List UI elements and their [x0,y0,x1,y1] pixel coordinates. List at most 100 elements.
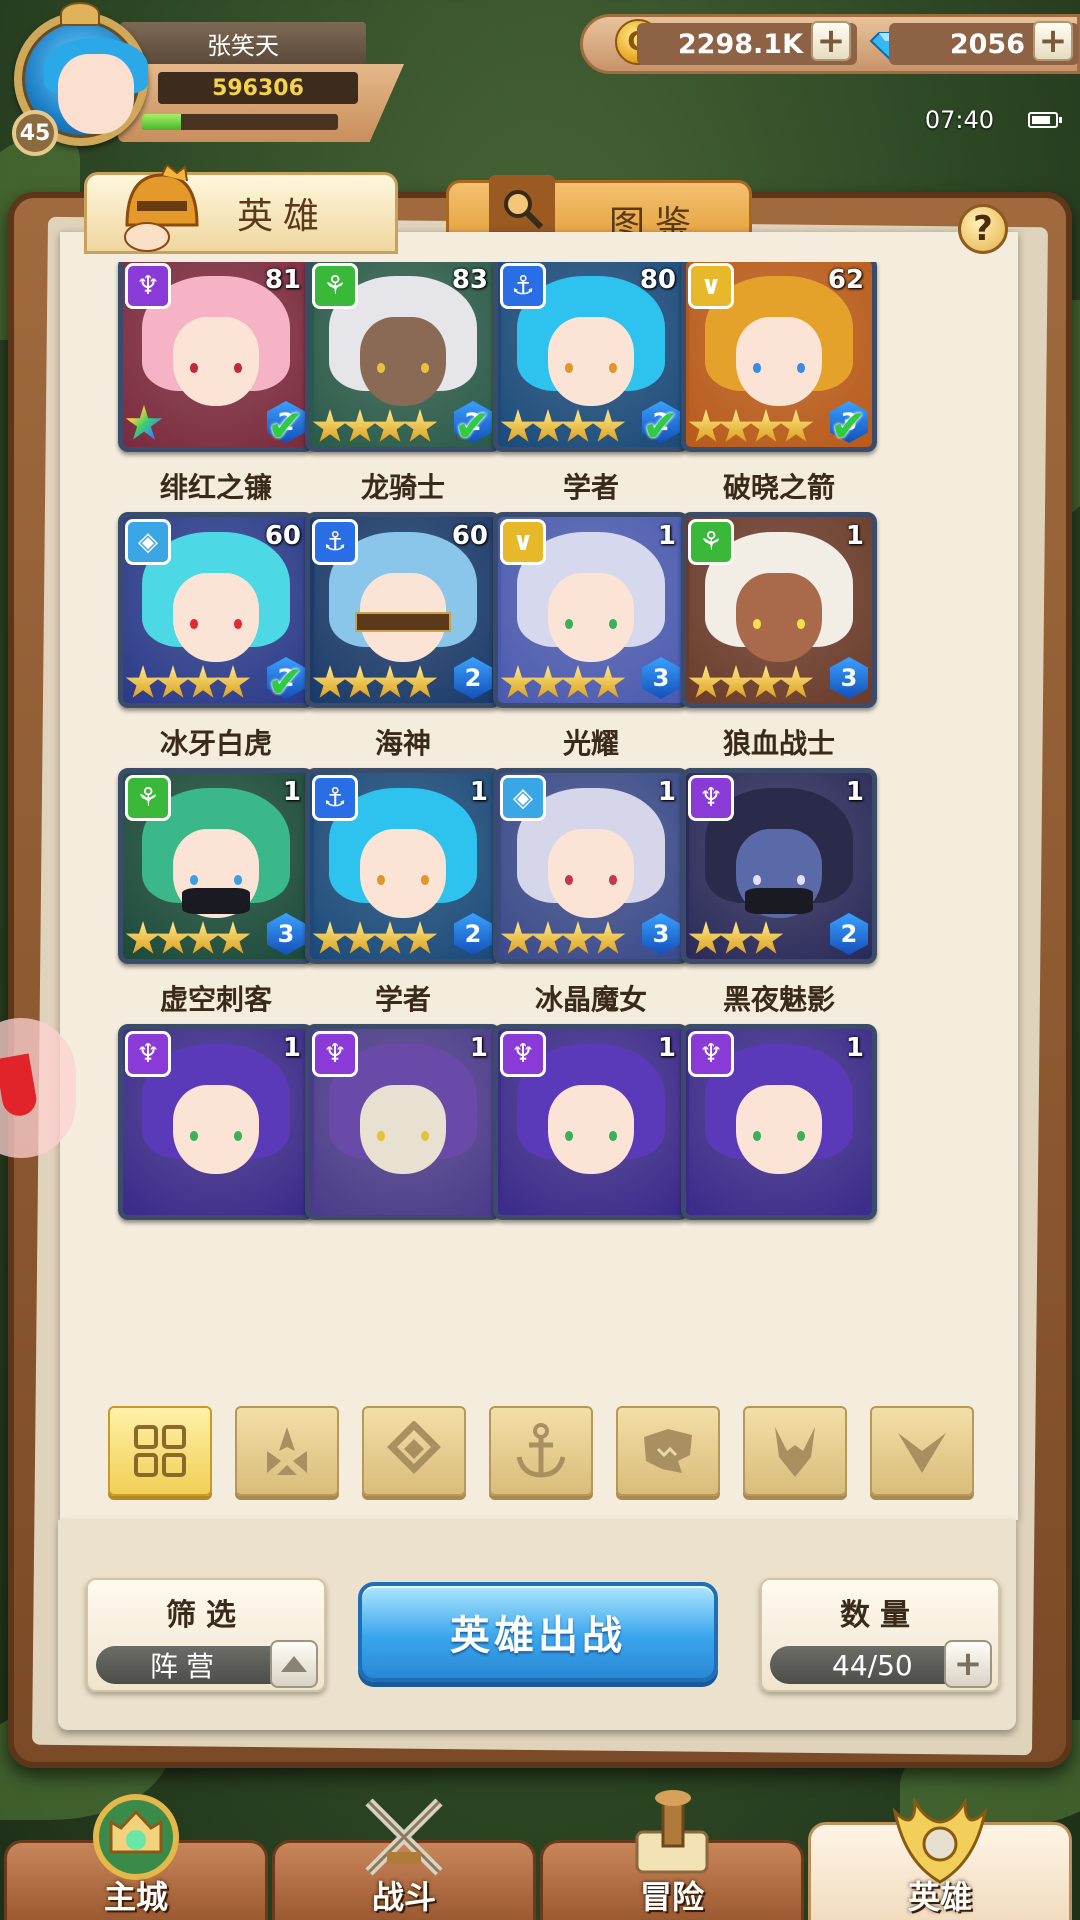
demon-faction-icon: ♆ [500,1031,546,1077]
star-icon [688,921,724,954]
hero-count-title: 数量 [840,1598,920,1633]
rank-badge: 3 [642,913,680,955]
hero-portrait-face [173,1084,259,1175]
star-rating [312,409,438,445]
beast-faction-icon [644,1429,692,1473]
hero-level: 62 [827,265,864,295]
face-mask [181,887,251,915]
knight-helmet-icon [124,165,199,252]
face-mask [744,887,814,915]
hero-card[interactable]: ♆ 1 [118,1024,314,1220]
hero-card[interactable]: ⚓ 60 2 [305,512,501,708]
star-icon [530,921,566,954]
faction-filter-beast-faction[interactable] [616,1406,720,1496]
hero-portrait-face [736,828,822,919]
hero-portrait-face [548,572,634,663]
faction-filter-light-faction[interactable] [870,1406,974,1496]
deploy-heroes-button[interactable]: 英雄出战 [358,1582,718,1682]
hero-portrait-face [736,572,822,663]
demon-faction-icon: ♆ [688,1031,734,1077]
deployed-check-icon: ✔ [830,401,867,452]
hero-card[interactable]: ⚓ 1 2 [305,768,501,964]
star-icon [748,921,784,954]
add-gold-button[interactable]: + [811,21,851,61]
faction-filter-ocean-anchor[interactable] [489,1406,593,1496]
hero-card[interactable]: ♆ 1 [681,1024,877,1220]
nav-item-crossed-swords[interactable]: 战斗 [272,1798,536,1920]
hero-portrait-face [173,316,259,407]
star-icon [748,665,784,698]
star-icon [342,665,378,698]
light-faction-icon: ∨ [688,263,734,309]
deployed-check-icon: ✔ [454,401,491,452]
star-icon [215,665,251,698]
hero-card[interactable]: ⚘ 1 3 [118,768,314,964]
hero-card[interactable]: ⚓ 80 2 ✔ [493,262,689,452]
battery-icon [1028,112,1062,128]
star-icon [372,921,408,954]
filter-toggle-button[interactable] [270,1640,318,1688]
all-grid-icon [134,1425,186,1477]
rank-badge: 3 [642,657,680,699]
demon-faction-icon: ♆ [125,263,171,309]
tab-heroes-label: 英雄 [237,196,330,237]
nav-item-hero-crest[interactable]: 英雄 [808,1796,1072,1920]
expand-capacity-button[interactable]: + [944,1640,992,1688]
hero-card[interactable]: ♆ 81 2 ✔ [118,262,314,452]
player-avatar[interactable]: 45 [6,2,156,156]
star-icon [125,921,161,954]
hero-card[interactable]: ◈ 1 3 [493,768,689,964]
resource-bar: G 2298.1K + 2056 + [580,14,1080,74]
star-icon [530,409,566,442]
hero-card[interactable]: ♆ 1 [493,1024,689,1220]
hero-card[interactable]: ∨ 1 3 [493,512,689,708]
help-icon[interactable]: ? [958,204,1008,254]
forest-faction-icon [267,1427,307,1475]
nav-item-castle[interactable]: 主城 [4,1794,268,1920]
tab-heroes[interactable]: 英雄 [84,165,398,254]
hero-card[interactable]: ⚘ 83 2 ✔ [305,262,501,452]
hero-portrait-face [173,828,259,919]
star-rating [688,665,814,701]
star-icon [688,409,724,442]
hero-level: 60 [451,521,488,551]
star-icon [342,409,378,442]
beast-faction-icon: ⚘ [688,519,734,565]
demon-faction-icon: ♆ [125,1031,171,1077]
chevron-up-icon [281,1656,307,1672]
star-rating [500,921,626,957]
star-rating [312,665,438,701]
hero-card[interactable]: ∨ 62 3 ✔ [681,262,877,452]
hero-name: 狼血战士 [722,727,835,760]
light-faction-icon [898,1433,946,1473]
hero-grid: ♆ 81 2 ✔ 绯红之镰 ⚘ 83 2 ✔ 龙骑士 ⚓ 80 2 ✔ 学者 ∨ 62 [60,262,1018,1362]
hero-card[interactable]: ◈ 60 2 ✔ [118,512,314,708]
hero-card[interactable]: ♆ 1 [305,1024,501,1220]
faction-filter-ice-faction[interactable] [362,1406,466,1496]
hero-portrait-face [360,316,446,407]
star-icon [560,409,596,442]
star-icon [125,665,161,698]
star-rating [688,409,814,445]
hero-card[interactable]: ♆ 1 2 [681,768,877,964]
hero-card[interactable]: ⚘ 1 3 [681,512,877,708]
faction-filter-all-grid[interactable] [108,1406,212,1496]
status-clock: 07:40 [924,106,994,134]
rainbow-star-icon [125,405,163,440]
star-icon [718,665,754,698]
filter-title: 筛选 [166,1598,246,1633]
faction-filter-demon-faction[interactable] [743,1406,847,1496]
faction-filter-forest-faction[interactable] [235,1406,339,1496]
hero-level: 1 [469,777,488,807]
hero-portrait-face [736,1084,822,1175]
star-icon [342,921,378,954]
star-icon [530,665,566,698]
blindfold [355,612,451,632]
demon-faction-icon: ♆ [688,775,734,821]
add-gem-button[interactable]: + [1033,21,1073,61]
nav-item-map-scroll[interactable]: 冒险 [540,1790,804,1920]
demon-faction-icon [775,1427,815,1477]
exp-bar [142,114,338,130]
star-icon [185,921,221,954]
hero-portrait-face [360,1084,446,1175]
